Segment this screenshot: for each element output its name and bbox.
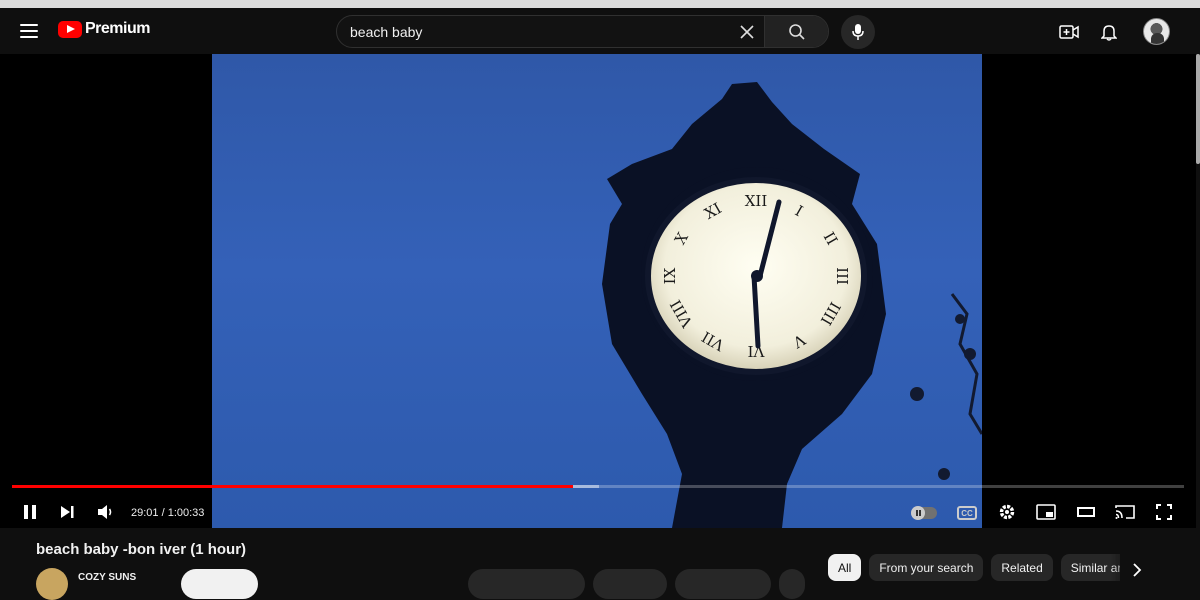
channel-avatar[interactable] <box>36 568 68 600</box>
autoplay-pause-icon <box>911 506 925 520</box>
more-actions-button[interactable] <box>779 569 805 599</box>
search-bar <box>336 15 829 48</box>
next-button[interactable] <box>53 498 81 526</box>
channel-name[interactable]: COZY SUNS <box>78 572 136 583</box>
chip-similar-artists[interactable]: Similar artists <box>1060 554 1120 581</box>
duration: 1:00:33 <box>167 507 205 519</box>
cast-button[interactable] <box>1111 498 1139 526</box>
chevron-right-icon <box>1133 563 1142 577</box>
volume-icon <box>98 505 112 519</box>
pause-icon <box>24 505 36 519</box>
video-player[interactable]: XII I II III IIII V VI VII VIII IX X XI 29:01 / 1:0… <box>0 54 1196 528</box>
chip-all[interactable]: All <box>828 554 862 581</box>
create-video-button[interactable] <box>1056 19 1082 45</box>
gear-icon <box>999 504 1015 520</box>
voice-search-button[interactable] <box>841 15 875 49</box>
browser-chrome-strip <box>0 0 1200 8</box>
theater-mode-icon <box>1077 507 1095 517</box>
pause-button[interactable] <box>16 498 44 526</box>
chips-next-button[interactable] <box>1125 558 1149 582</box>
logo-text: Premium <box>85 20 150 37</box>
time-separator: / <box>158 507 168 519</box>
search-button[interactable] <box>764 16 828 47</box>
fullscreen-icon <box>1156 504 1172 520</box>
settings-button[interactable] <box>993 498 1021 526</box>
hamburger-menu-icon[interactable] <box>16 18 42 44</box>
video-title: beach baby -bon iver (1 hour) <box>36 541 247 558</box>
clock-numeral: IX <box>661 267 679 284</box>
progress-bar[interactable] <box>12 485 1184 488</box>
subscribe-button[interactable] <box>181 569 258 599</box>
time-display: 29:01 / 1:00:33 <box>131 507 204 519</box>
microphone-icon <box>852 24 864 40</box>
like-dislike-button[interactable] <box>468 569 585 599</box>
player-controls: 29:01 / 1:00:33 CC <box>0 494 1196 528</box>
youtube-premium-logo[interactable]: Premium <box>58 20 150 38</box>
fullscreen-button[interactable] <box>1150 498 1178 526</box>
close-icon <box>740 24 754 39</box>
next-track-icon <box>61 506 74 518</box>
clock-tower-scene: XIIIIIIIIIIIIVVIVIIVIIIIXXXI <box>602 82 982 528</box>
miniplayer-button[interactable] <box>1032 498 1060 526</box>
autoplay-toggle[interactable] <box>911 506 937 520</box>
search-input[interactable] <box>337 16 730 47</box>
clear-search-button[interactable] <box>730 16 764 47</box>
youtube-play-logo-icon <box>58 20 82 38</box>
create-video-icon <box>1059 25 1079 39</box>
search-icon <box>788 23 805 40</box>
video-frame[interactable]: XII I II III IIII V VI VII VIII IX X XI <box>212 54 982 528</box>
chip-related[interactable]: Related <box>991 554 1053 581</box>
share-button[interactable] <box>593 569 667 599</box>
video-details: beach baby -bon iver (1 hour) COZY SUNS … <box>0 528 1200 600</box>
clock-numeral: XII <box>745 192 768 210</box>
bell-icon <box>1101 25 1117 41</box>
masthead: Premium <box>0 8 1200 54</box>
miniplayer-icon <box>1036 504 1056 520</box>
chip-from-your-search[interactable]: From your search <box>869 554 984 581</box>
theater-mode-button[interactable] <box>1072 498 1100 526</box>
played-bar <box>12 485 574 488</box>
subtitles-button[interactable]: CC <box>957 506 977 520</box>
cast-icon <box>1115 505 1135 519</box>
notifications-button[interactable] <box>1096 19 1122 45</box>
clock-numeral: III <box>833 267 851 285</box>
related-filter-chips: All From your search Related Similar art… <box>828 554 1120 581</box>
page-scrollbar[interactable] <box>1196 54 1200 164</box>
account-avatar[interactable] <box>1143 18 1170 45</box>
current-time: 29:01 <box>131 507 159 519</box>
download-button[interactable] <box>675 569 771 599</box>
volume-button[interactable] <box>92 498 120 526</box>
